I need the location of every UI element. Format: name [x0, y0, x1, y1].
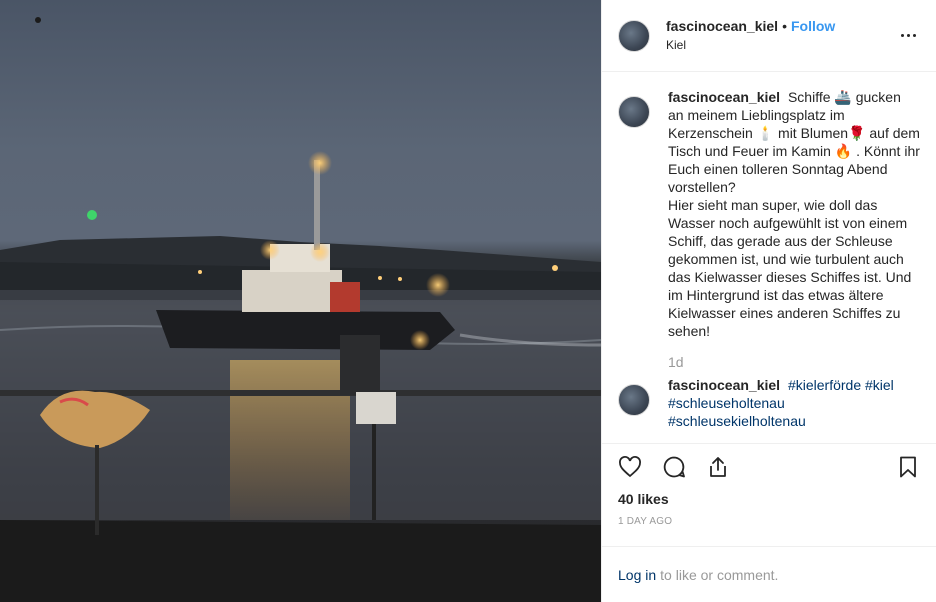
login-text: to like or comment.	[660, 566, 779, 583]
location-link[interactable]: Kiel	[666, 36, 896, 54]
likes-count[interactable]: 40 likes	[602, 489, 936, 509]
bookmark-icon[interactable]	[896, 455, 920, 479]
avatar[interactable]	[618, 384, 650, 416]
caption-username[interactable]: fascinocean_kiel	[668, 89, 780, 105]
comment-username[interactable]: fascinocean_kiel	[668, 377, 780, 393]
post-timestamp[interactable]: 1 DAY AGO	[602, 516, 936, 530]
separator-dot: •	[782, 18, 787, 34]
header-top-line: fascinocean_kiel • Follow	[666, 17, 896, 36]
caption-comment: fascinocean_kiel Schiffe 🚢 gucken an mei…	[618, 88, 920, 340]
caption-timestamp[interactable]: 1d	[668, 354, 920, 370]
comments-section: fascinocean_kiel Schiffe 🚢 gucken an mei…	[602, 72, 936, 443]
avatar[interactable]	[618, 19, 650, 52]
heart-icon[interactable]	[618, 455, 642, 479]
caption-text: fascinocean_kiel Schiffe 🚢 gucken an mei…	[668, 88, 920, 340]
action-bar	[602, 443, 936, 489]
post-photo[interactable]	[0, 0, 601, 602]
caption-paragraph-2: Hier sieht man super, wie doll das Wasse…	[668, 197, 912, 339]
harbor-evening-scene	[0, 17, 601, 602]
hashtag-link[interactable]: #schleusekielholtenau	[668, 413, 806, 429]
post-side-panel: fascinocean_kiel • Follow Kiel fascinocean…	[601, 0, 936, 602]
login-link[interactable]: Log in	[618, 567, 656, 583]
more-options-icon[interactable]	[896, 24, 920, 48]
login-prompt: Log in to like or comment.	[602, 546, 936, 602]
comment-icon[interactable]	[662, 455, 686, 479]
instagram-post: fascinocean_kiel • Follow Kiel fascinocean…	[0, 0, 936, 602]
avatar[interactable]	[618, 96, 650, 128]
share-icon[interactable]	[706, 455, 730, 479]
hashtag-link[interactable]: #kielerförde	[788, 377, 861, 393]
hashtag-link[interactable]: #schleuseholtenau	[668, 395, 785, 411]
header-username[interactable]: fascinocean_kiel	[666, 18, 778, 34]
post-header: fascinocean_kiel • Follow Kiel	[602, 0, 936, 72]
hashtag-link[interactable]: #kiel	[865, 377, 894, 393]
hashtag-comment: fascinocean_kiel #kielerförde #kiel #sch…	[618, 376, 920, 430]
header-text: fascinocean_kiel • Follow Kiel	[666, 17, 896, 54]
follow-button[interactable]: Follow	[791, 18, 835, 34]
hashtag-text: fascinocean_kiel #kielerförde #kiel #sch…	[668, 376, 894, 430]
